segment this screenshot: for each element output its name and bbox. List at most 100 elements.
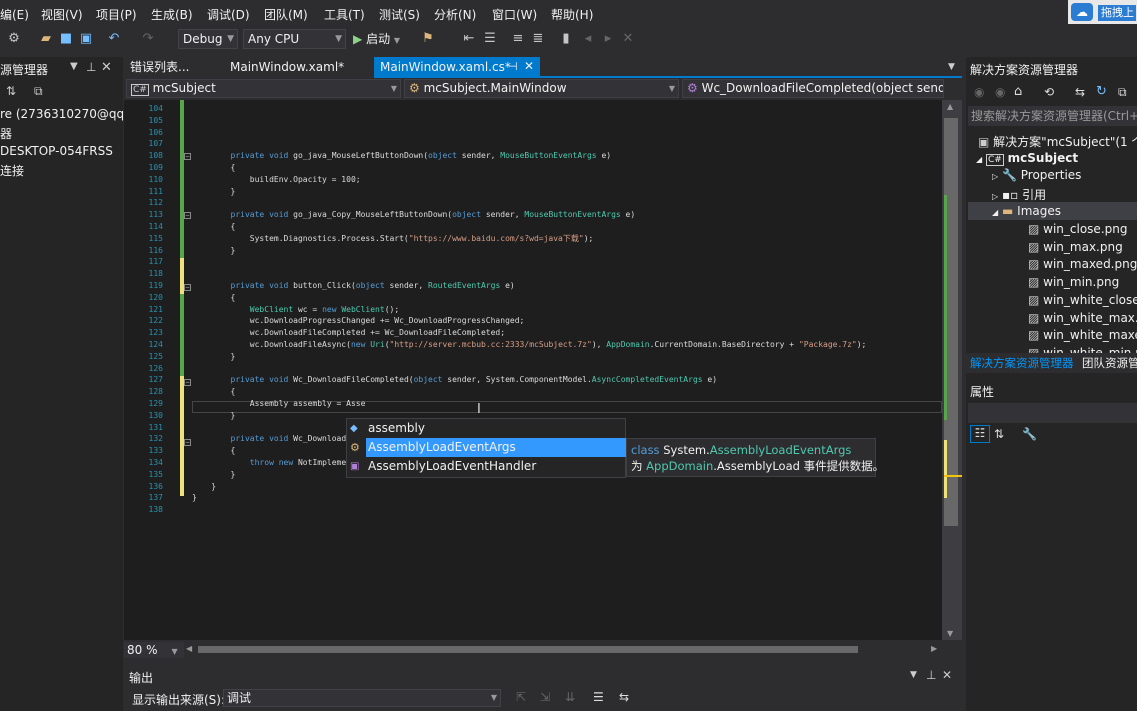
close-icon[interactable]: ✕ (942, 668, 952, 682)
line-number: 119 (148, 281, 163, 290)
tree-properties-node[interactable]: ▷ 🔧 Properties (992, 168, 1081, 182)
tree-project-node[interactable]: ◢ C# mcSubject (976, 151, 1078, 166)
collapse-all-icon[interactable]: ⧉ (1118, 85, 1127, 100)
menu-team[interactable]: 团队(M) (264, 6, 308, 23)
forward-icon[interactable]: ◉ (995, 85, 1005, 99)
tab-solution-explorer[interactable]: 解决方案资源管理器 (970, 355, 1074, 371)
tree-file-item[interactable]: ▨ win_white_close.p (1028, 293, 1137, 307)
pin-icon[interactable]: ⊥ (86, 60, 96, 74)
settings-icon[interactable]: ⚙ (6, 31, 22, 47)
tree-file-item[interactable]: ▨ win_white_maxed (1028, 328, 1137, 342)
tree-images-folder[interactable]: ◢ ▬ Images (992, 204, 1061, 218)
save-all-icon[interactable]: ▣ (78, 31, 94, 47)
prev-bookmark-icon[interactable]: ◂ (580, 31, 596, 47)
cloud-upload-widget[interactable]: ☁ 拖拽上 (1068, 0, 1137, 24)
code-line: System.Diagnostics.Process.Start("https:… (192, 233, 594, 243)
left-item[interactable]: DESKTOP-054FRSS (0, 144, 113, 158)
collapse-icon[interactable]: − (184, 284, 191, 291)
menu-help[interactable]: 帮助(H) (551, 6, 593, 23)
zoom-select[interactable]: 80 % ▼ (124, 642, 184, 658)
save-icon[interactable]: ■ (58, 31, 74, 47)
categorized-icon[interactable]: ☷ (970, 425, 990, 443)
left-item[interactable]: 连接 (0, 162, 24, 179)
tab-mainwindow-cs[interactable]: MainWindow.xaml.cs* ⊣ ✕ (374, 57, 540, 77)
refresh-icon[interactable]: ↻ (1096, 84, 1107, 99)
tree-file-item[interactable]: ▨ win_min.png (1028, 275, 1137, 289)
left-item[interactable]: 器 (0, 125, 12, 142)
output-source-select[interactable]: 调试 ▼ (223, 689, 501, 707)
clear-all-icon[interactable]: ☰ (593, 690, 604, 704)
close-icon[interactable]: ✕ (101, 60, 112, 75)
word-wrap-icon[interactable]: ⇆ (619, 690, 629, 704)
goto-prev-icon[interactable]: ⇱ (516, 690, 526, 704)
sync-icon[interactable]: ⇆ (1075, 85, 1085, 99)
left-item[interactable]: re (2736310270@qq.co (0, 107, 123, 121)
collapse-icon[interactable]: − (184, 212, 191, 219)
menu-project[interactable]: 项目(P) (96, 6, 137, 23)
menu-build[interactable]: 生成(B) (151, 6, 193, 23)
redo-icon[interactable]: ↷ (140, 31, 156, 47)
menu-analyze[interactable]: 分析(N) (434, 6, 476, 23)
step-icon[interactable]: ⇤ (461, 31, 477, 47)
code-line: private void Wc_Download (230, 434, 347, 444)
clear-bookmark-icon[interactable]: ✕ (620, 31, 636, 47)
comment-icon[interactable]: ≡ (510, 31, 526, 47)
tree-file-item[interactable]: ▨ win_close.png (1028, 222, 1137, 236)
solution-search-input[interactable]: 搜索解决方案资源管理器(Ctrl+;) (968, 106, 1137, 126)
tree-solution-node[interactable]: ▣ 解决方案"mcSubject"(1 个项 (978, 133, 1137, 150)
tree-file-item[interactable]: ▨ win_maxed.png (1028, 257, 1137, 271)
tab-mainwindow-xaml[interactable]: MainWindow.xaml* (224, 57, 372, 77)
project-dropdown[interactable]: C# mcSubject ▼ (126, 79, 401, 98)
config-select[interactable]: Debug ▼ (178, 29, 238, 49)
scroll-down-icon[interactable]: ▼ (947, 629, 953, 638)
format-icon[interactable]: ☰ (482, 31, 498, 47)
find-icon[interactable]: ⇊ (565, 690, 575, 704)
attach-icon[interactable]: ⚑ (420, 31, 436, 47)
completion-item-selected[interactable]: ⚙ AssemblyLoadEventArgs (347, 438, 625, 457)
tab-team-explorer[interactable]: 团队资源管 (1082, 355, 1137, 371)
tab-overflow-icon[interactable]: ▼ (948, 62, 955, 72)
scroll-left-icon[interactable]: ◀ (186, 644, 192, 653)
horizontal-scroll-thumb[interactable] (198, 646, 858, 653)
start-button[interactable]: ▶ 启动 ▼ (353, 29, 411, 49)
goto-next-icon[interactable]: ⇲ (540, 690, 550, 704)
scroll-right-icon[interactable]: ▶ (931, 644, 937, 653)
open-folder-icon[interactable]: ▰ (38, 31, 54, 47)
completion-item[interactable]: ▣ AssemblyLoadEventHandler (347, 457, 625, 476)
properties-object-select[interactable] (968, 403, 1137, 423)
completion-item[interactable]: ◆ assembly (347, 419, 625, 438)
scroll-up-icon[interactable]: ▲ (947, 102, 953, 111)
menu-debug[interactable]: 调试(D) (207, 6, 250, 23)
collapse-icon[interactable]: − (184, 153, 191, 160)
platform-select[interactable]: Any CPU ▼ (243, 29, 346, 49)
tab-error-list[interactable]: 错误列表... (124, 57, 224, 77)
home-icon[interactable]: ⌂ (1014, 84, 1022, 99)
undo-icon[interactable]: ↶ (106, 31, 122, 47)
class-dropdown[interactable]: ⚙ mcSubject.MainWindow ▼ (404, 79, 679, 98)
property-pages-icon[interactable]: 🔧 (1022, 427, 1037, 441)
tree-references-node[interactable]: ▷ ▪▫ 引用 (992, 186, 1046, 203)
left-tool-icon-1[interactable]: ⇅ (6, 84, 16, 98)
left-tool-icon-2[interactable]: ⧉ (34, 84, 43, 99)
bookmark-icon[interactable]: ▮ (558, 31, 574, 47)
menu-test[interactable]: 测试(S) (379, 6, 420, 23)
collapse-icon[interactable]: − (184, 379, 191, 386)
back-icon[interactable]: ◉ (974, 85, 984, 99)
menu-edit[interactable]: 编(E) (0, 6, 29, 23)
tree-file-item[interactable]: ▨ win_white_max.p (1028, 311, 1137, 325)
menu-window[interactable]: 窗口(W) (492, 6, 537, 23)
menu-view[interactable]: 视图(V) (41, 6, 83, 23)
pin-icon[interactable]: ⊣ (508, 60, 518, 73)
dropdown-icon[interactable]: ▼ (910, 670, 917, 680)
pin-icon[interactable]: ⊥ (926, 668, 936, 682)
next-bookmark-icon[interactable]: ▸ (600, 31, 616, 47)
member-dropdown[interactable]: ⚙ Wc_DownloadFileCompleted(object sender… (682, 79, 944, 98)
collapse-icon[interactable]: − (184, 439, 191, 446)
dropdown-icon[interactable]: ▼ (70, 61, 78, 72)
history-icon[interactable]: ⟲ (1044, 85, 1054, 99)
uncomment-icon[interactable]: ≣ (530, 31, 546, 47)
tree-file-item[interactable]: ▨ win_max.png (1028, 240, 1137, 254)
alphabetical-icon[interactable]: ⇅ (994, 427, 1004, 441)
close-icon[interactable]: ✕ (524, 59, 534, 73)
menu-tools[interactable]: 工具(T) (324, 6, 365, 23)
